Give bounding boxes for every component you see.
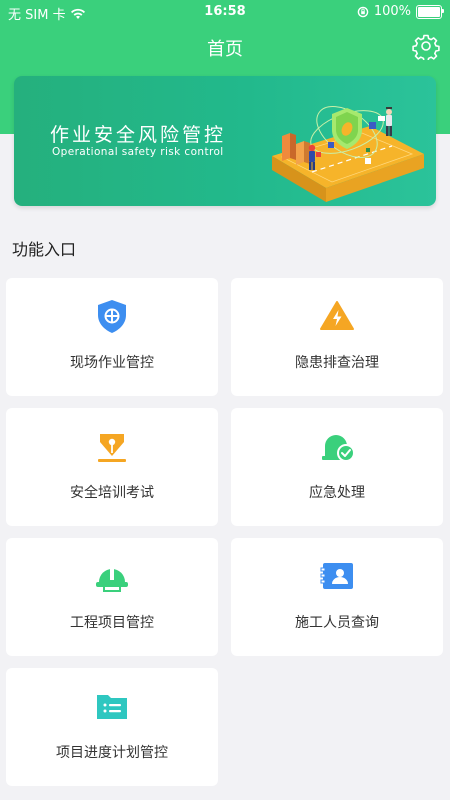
id-card-icon <box>320 563 353 589</box>
feature-label: 现场作业管控 <box>70 355 154 371</box>
status-right: 100% <box>357 4 444 19</box>
settings-button[interactable] <box>412 32 440 63</box>
banner-subtitle: Operational safety risk control <box>52 146 224 158</box>
orientation-lock-icon <box>357 6 369 17</box>
navigation-bar: 首页 <box>0 30 450 64</box>
feature-card-project-control[interactable]: 工程项目管控 <box>6 538 218 656</box>
helmet-icon <box>96 566 128 592</box>
feature-label: 施工人员查询 <box>295 615 379 631</box>
feature-card-worker-query[interactable]: 施工人员查询 <box>231 538 443 656</box>
folder-list-icon <box>97 695 127 719</box>
gear-icon <box>412 34 440 63</box>
section-title: 功能入口 <box>12 240 77 259</box>
shield-icon <box>98 300 126 333</box>
feature-card-safety-training[interactable]: 安全培训考试 <box>6 408 218 526</box>
banner[interactable]: 作业安全风险管控 Operational safety risk control <box>14 76 436 206</box>
alarm-check-icon <box>322 435 355 462</box>
pen-nib-icon <box>98 434 126 462</box>
feature-card-emergency[interactable]: 应急处理 <box>231 408 443 526</box>
feature-label: 应急处理 <box>309 485 365 501</box>
banner-title: 作业安全风险管控 <box>50 124 227 146</box>
feature-card-schedule-control[interactable]: 项目进度计划管控 <box>6 668 218 786</box>
banner-illustration <box>272 106 424 202</box>
battery-fill <box>418 6 440 17</box>
warning-icon <box>320 301 354 330</box>
feature-label: 隐患排查治理 <box>295 355 379 371</box>
feature-label: 项目进度计划管控 <box>56 745 168 761</box>
feature-card-hazard-inspection[interactable]: 隐患排查治理 <box>231 278 443 396</box>
status-bar: 无 SIM 卡 16:58 100% <box>0 0 450 24</box>
feature-label: 安全培训考试 <box>70 485 154 501</box>
battery-icon <box>416 4 444 19</box>
page-title: 首页 <box>207 39 243 60</box>
feature-label: 工程项目管控 <box>70 615 154 631</box>
feature-card-onsite-control[interactable]: 现场作业管控 <box>6 278 218 396</box>
battery-text: 100% <box>373 4 411 19</box>
